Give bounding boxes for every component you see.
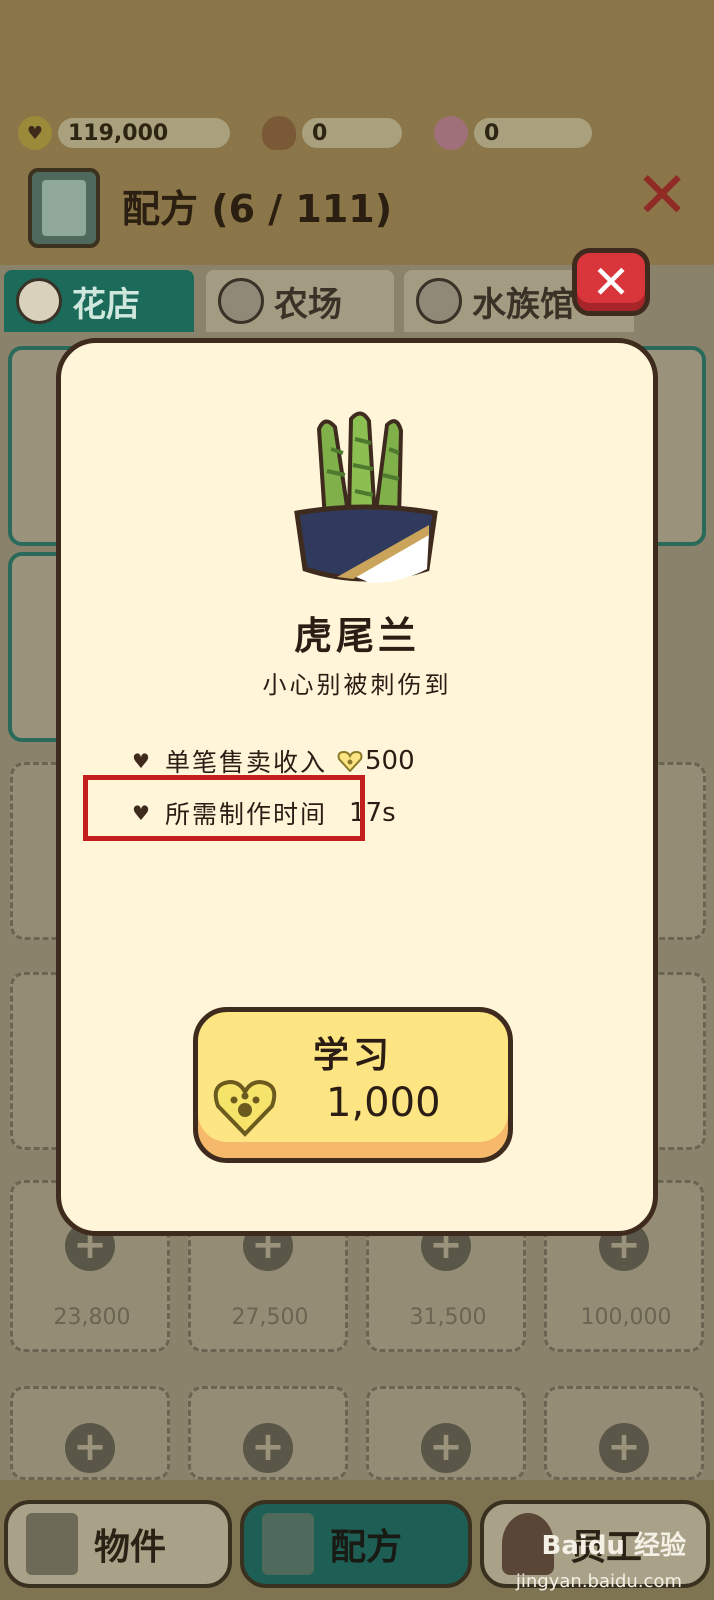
paw-heart-icon: ♥ xyxy=(18,116,52,150)
shell-icon xyxy=(434,116,468,150)
nav-recipe-button[interactable]: 配方 xyxy=(240,1500,472,1588)
recipe-card[interactable]: + xyxy=(366,1386,526,1480)
recipe-card-price: 31,500 xyxy=(409,1305,487,1330)
tab-farm-label: 农场 xyxy=(274,284,342,325)
currency-shells: 0 xyxy=(434,116,592,150)
close-dialog-button[interactable]: ✕ xyxy=(572,248,650,316)
recipe-book-icon xyxy=(28,168,100,248)
plant-description: 小心别被刺伤到 xyxy=(262,671,452,699)
flower-icon xyxy=(16,278,62,324)
plus-icon: + xyxy=(599,1423,649,1473)
recipe-book-icon xyxy=(262,1513,314,1575)
stat-sale-income-label: 单笔售卖收入 xyxy=(165,748,328,777)
watermark-url: jingyan.baidu.com xyxy=(515,1571,682,1592)
recipe-card[interactable]: + xyxy=(544,1386,704,1480)
currency-acorns: 0 xyxy=(262,116,402,150)
recipe-card-price: 23,800 xyxy=(53,1305,131,1330)
tab-flower-shop-label: 花店 xyxy=(72,284,140,325)
currency-acorns-value: 0 xyxy=(312,120,328,146)
highlight-box xyxy=(83,775,365,841)
nav-recipe-label: 配方 xyxy=(330,1527,403,1568)
recipe-card-price: 100,000 xyxy=(580,1305,672,1330)
chair-icon xyxy=(26,1513,78,1575)
learn-button[interactable]: 学习 1,000 xyxy=(193,1007,513,1163)
recipe-detail-dialog: 虎尾兰 小心别被刺伤到 ♥ 单笔售卖收入 500 ♥ 所需制作时间 17s 学习… xyxy=(56,338,658,1236)
watering-can-icon xyxy=(218,278,264,324)
stat-sale-income-value: 500 xyxy=(365,746,415,776)
snake-plant-icon xyxy=(294,411,438,583)
heart-bullet-icon: ♥ xyxy=(132,749,152,773)
acorn-icon xyxy=(262,116,296,150)
currency-coins: ♥ 119,000 xyxy=(18,116,230,150)
plus-icon: + xyxy=(421,1423,471,1473)
learn-button-label: 学习 xyxy=(312,1035,393,1076)
fishbowl-icon xyxy=(416,278,462,324)
plant-name: 虎尾兰 xyxy=(293,614,420,658)
plus-icon: + xyxy=(65,1423,115,1473)
nav-items-button[interactable]: 物件 xyxy=(4,1500,232,1588)
learn-button-price: 1,000 xyxy=(326,1080,441,1126)
recipe-card[interactable]: + xyxy=(188,1386,348,1480)
close-screen-button[interactable]: ✕ xyxy=(630,164,694,228)
currency-shells-value: 0 xyxy=(484,120,500,146)
page-title: 配方 (6 / 111) xyxy=(122,187,393,231)
paw-heart-icon xyxy=(213,1079,277,1137)
tab-flower-shop[interactable]: 花店 xyxy=(4,270,194,332)
currency-coins-value: 119,000 xyxy=(68,120,169,146)
recipe-card-price: 27,500 xyxy=(231,1305,309,1330)
tab-aquarium-label: 水族馆 xyxy=(472,284,574,325)
plus-icon: + xyxy=(243,1423,293,1473)
stat-sale-income: ♥ 单笔售卖收入 500 xyxy=(129,743,415,779)
tab-farm[interactable]: 农场 xyxy=(206,270,394,332)
watermark: Baidu 经验 xyxy=(541,1531,686,1561)
recipe-card[interactable]: + xyxy=(10,1386,170,1480)
nav-items-label: 物件 xyxy=(94,1527,167,1568)
paw-heart-icon xyxy=(337,750,363,772)
